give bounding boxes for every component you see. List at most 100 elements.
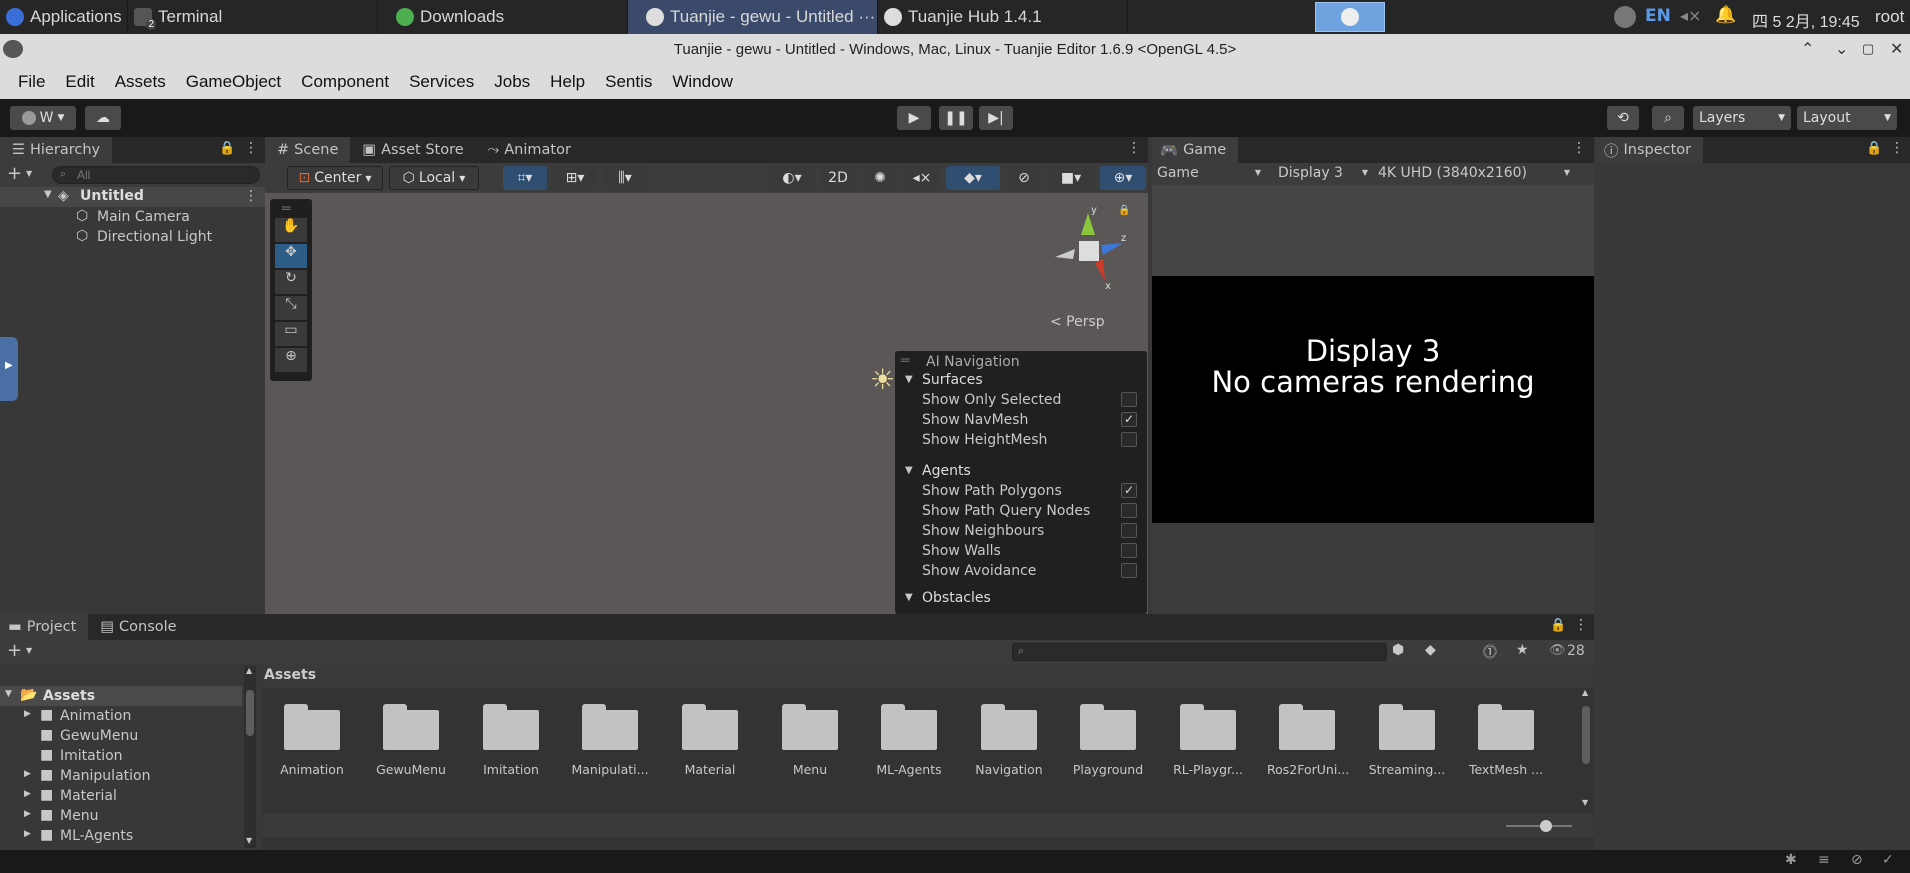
favorite-star-icon[interactable]: ★ xyxy=(1516,642,1529,658)
breadcrumb-assets[interactable]: Assets xyxy=(264,667,316,683)
gizmo-lock-icon[interactable]: 🔒 xyxy=(1118,205,1130,216)
taskbar-tuanjie-hub[interactable]: Tuanjie Hub 1.4.1 xyxy=(878,0,1128,34)
menu-component[interactable]: Component xyxy=(291,72,399,92)
notification-bell-icon[interactable]: 🔔 xyxy=(1715,5,1736,25)
user-name[interactable]: root xyxy=(1875,7,1904,27)
tree-item[interactable]: ▶ ■ Material xyxy=(0,786,242,806)
tab-inspector[interactable]: ⓘ Inspector xyxy=(1596,137,1704,163)
transform-tool-button[interactable]: ⊕ xyxy=(275,348,307,372)
scene-menu-icon[interactable]: ⋮ xyxy=(244,188,258,204)
tab-console[interactable]: ▤ Console xyxy=(88,614,188,640)
scrollbar-thumb[interactable] xyxy=(1582,706,1590,764)
game-mode-dropdown[interactable]: Game ▼ xyxy=(1155,163,1265,185)
asset-folder[interactable]: Ros2ForUni... xyxy=(1267,704,1349,794)
tab-asset-store[interactable]: ▣ Asset Store xyxy=(350,137,475,163)
asset-folder[interactable]: Navigation xyxy=(969,704,1049,794)
play-button[interactable]: ▶ xyxy=(897,106,931,130)
debug-mode-icon[interactable]: ✱ xyxy=(1785,852,1797,868)
option-show-path-query-nodes[interactable]: Show Path Query Nodes xyxy=(895,501,1147,521)
option-show-path-polygons[interactable]: Show Path Polygons ✓ xyxy=(895,481,1147,501)
checkbox[interactable] xyxy=(1121,503,1137,518)
scrollbar-thumb[interactable] xyxy=(246,690,254,736)
asset-folder[interactable]: Imitation xyxy=(471,704,551,794)
grid-visibility-toggle[interactable]: ⊞▾ xyxy=(553,166,597,190)
scale-tool-button[interactable]: ⤡ xyxy=(275,296,307,320)
cache-server-icon[interactable]: ≡ xyxy=(1818,852,1830,868)
step-button[interactable]: ▶| xyxy=(979,106,1013,130)
scroll-down-icon[interactable]: ▼ xyxy=(1582,798,1588,807)
checkbox[interactable] xyxy=(1121,543,1137,558)
lock-icon[interactable]: 🔒 xyxy=(1550,618,1566,633)
tree-scrollbar[interactable]: ▲ ▼ xyxy=(244,666,256,848)
asset-folder[interactable]: TextMesh ... xyxy=(1466,704,1546,794)
checkbox[interactable] xyxy=(1121,563,1137,578)
grid-snapping-toggle[interactable]: ⌗▾ xyxy=(503,166,547,190)
display-dropdown[interactable]: Display 3 ▼ xyxy=(1272,163,1372,185)
account-dropdown[interactable]: W ▼ xyxy=(10,106,76,130)
search-button[interactable]: ⌕ xyxy=(1652,106,1684,130)
menu-edit[interactable]: Edit xyxy=(55,72,104,92)
pivot-space-dropdown[interactable]: ⬡ Local ▼ xyxy=(389,166,479,190)
chevron-down-icon[interactable]: ▼ xyxy=(26,646,32,655)
asset-folder[interactable]: RL-Playgr... xyxy=(1168,704,1248,794)
checkbox[interactable]: ✓ xyxy=(1121,412,1137,427)
tree-item[interactable]: ▶ ■ Menu xyxy=(0,806,242,826)
collapse-arrow-icon[interactable]: ▼ xyxy=(905,465,913,476)
menu-jobs[interactable]: Jobs xyxy=(484,72,540,92)
menu-help[interactable]: Help xyxy=(540,72,595,92)
taskbar-tuanjie-editor[interactable]: Tuanjie - gewu - Untitled ··· xyxy=(628,0,878,34)
hierarchy-item[interactable]: ⬡ Directional Light xyxy=(0,227,265,247)
move-tool-button[interactable]: ✥ xyxy=(275,244,307,268)
projection-label[interactable]: < Persp xyxy=(1050,314,1105,330)
more-options-icon[interactable]: ⋮ xyxy=(244,140,258,156)
cloud-button[interactable]: ☁ xyxy=(85,106,121,130)
scroll-up-icon[interactable]: ▲ xyxy=(1582,688,1588,697)
tree-item[interactable]: ■ GewuMenu xyxy=(0,726,242,746)
rotate-tool-button[interactable]: ↻ xyxy=(275,270,307,294)
expand-arrow-icon[interactable]: ▶ xyxy=(24,709,31,719)
tree-item[interactable]: ■ Imitation xyxy=(0,746,242,766)
label-tag-icon[interactable]: ◆ xyxy=(1425,642,1436,658)
add-object-button[interactable]: + xyxy=(7,163,22,184)
create-asset-button[interactable]: + xyxy=(7,640,22,661)
asset-folder[interactable]: Manipulati... xyxy=(570,704,650,794)
checkbox[interactable] xyxy=(1121,432,1137,447)
more-options-icon[interactable]: ⋮ xyxy=(1127,140,1141,156)
collapse-arrow-icon[interactable]: ▼ xyxy=(905,374,913,385)
rect-tool-button[interactable]: ▭ xyxy=(275,322,307,346)
expand-arrow-icon[interactable]: ▼ xyxy=(44,189,52,200)
layers-dropdown[interactable]: Layers ▼ xyxy=(1693,106,1791,130)
close-window-icon[interactable]: ✕ xyxy=(1890,39,1903,59)
expand-arrow-icon[interactable]: ▶ xyxy=(24,829,31,839)
menu-window[interactable]: Window xyxy=(662,72,742,92)
pause-button[interactable]: ❚❚ xyxy=(939,106,973,130)
hand-tool-button[interactable]: ✋ xyxy=(275,218,307,242)
activity-check-icon[interactable]: ✓ xyxy=(1882,852,1894,868)
volume-muted-icon[interactable]: ◂× xyxy=(1680,6,1701,25)
increment-snap-toggle[interactable]: ⫼▾ xyxy=(603,166,647,190)
asset-folder[interactable]: Streaming... xyxy=(1367,704,1447,794)
menu-file[interactable]: File xyxy=(8,72,55,92)
expand-arrow-icon[interactable]: ▼ xyxy=(5,689,12,699)
tab-animator[interactable]: ⤳ Animator xyxy=(476,137,583,163)
checkbox[interactable] xyxy=(1121,392,1137,407)
expand-arrow-icon[interactable]: ▶ xyxy=(24,769,31,779)
zoom-slider-thumb[interactable] xyxy=(1540,820,1552,832)
tree-item[interactable]: ▶ ■ ML-Agents xyxy=(0,826,242,846)
tray-tuanjie-icon[interactable] xyxy=(1614,6,1636,28)
tree-root-assets[interactable]: ▼ 📂 Assets xyxy=(0,686,242,706)
scene-orientation-gizmo[interactable]: y z x 🔒 xyxy=(1043,205,1133,305)
resolution-dropdown[interactable]: 4K UHD (3840x2160) ▼ xyxy=(1374,163,1574,185)
checkbox[interactable]: ✓ xyxy=(1121,483,1137,498)
draw-mode-dropdown[interactable]: ◐▾ xyxy=(770,166,814,190)
gizmos-dropdown[interactable]: ⊕▾ xyxy=(1100,166,1146,190)
undo-history-button[interactable]: ⟲ xyxy=(1607,106,1639,130)
option-show-walls[interactable]: Show Walls xyxy=(895,541,1147,561)
search-by-type-icon[interactable]: ⬢ xyxy=(1392,642,1404,658)
option-show-only-selected[interactable]: Show Only Selected xyxy=(895,390,1147,410)
tab-scene[interactable]: # Scene xyxy=(265,137,351,163)
asset-folder[interactable]: ML-Agents xyxy=(869,704,949,794)
effects-dropdown[interactable]: ◆▾ xyxy=(946,166,1000,190)
workspace-thumbnail[interactable] xyxy=(1315,2,1385,32)
option-show-navmesh[interactable]: Show NavMesh ✓ xyxy=(895,410,1147,430)
